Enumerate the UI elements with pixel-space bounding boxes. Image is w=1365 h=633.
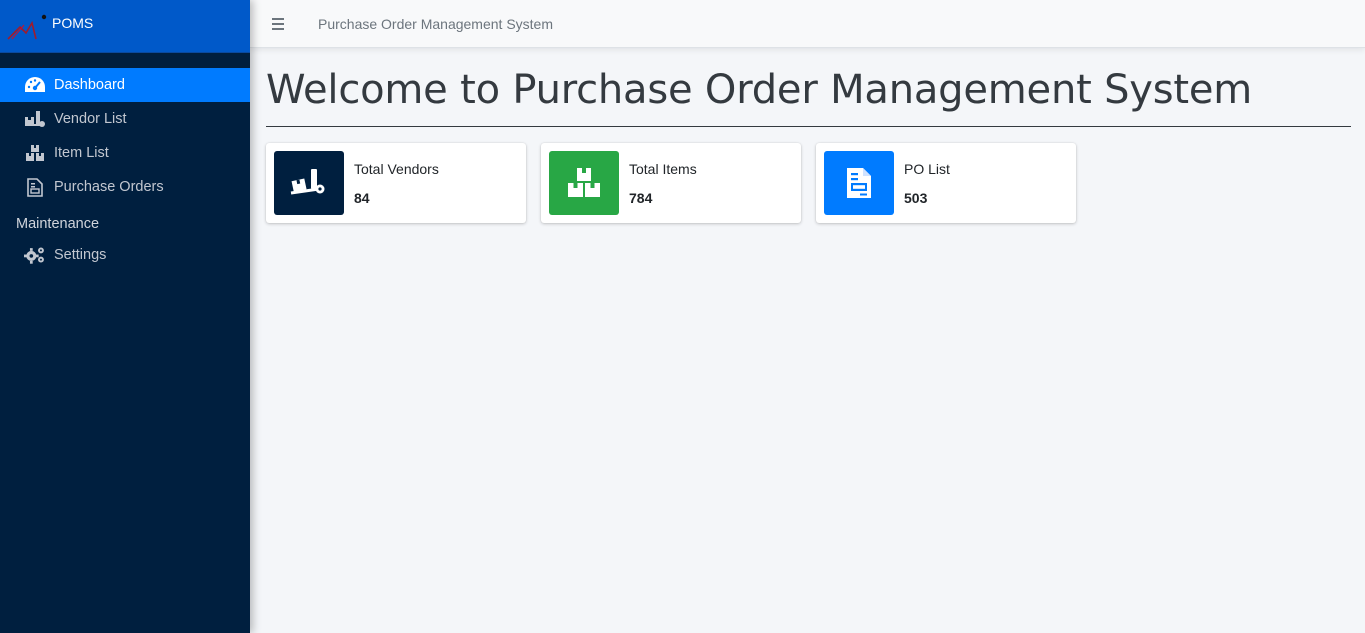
tachometer-icon — [24, 75, 46, 95]
boxes-icon — [24, 143, 46, 163]
menu-toggle-icon[interactable] — [272, 13, 294, 35]
sidebar-item-purchase-orders[interactable]: Purchase Orders — [0, 170, 250, 204]
sidebar-nav: Dashboard Vendor List Item List Purchase… — [0, 68, 250, 272]
sidebar-item-label: Purchase Orders — [54, 179, 164, 195]
sidebar-item-label: Dashboard — [54, 77, 125, 93]
file-invoice-icon — [824, 151, 894, 215]
file-invoice-icon — [24, 177, 46, 197]
sidebar-item-label: Vendor List — [54, 111, 127, 127]
info-card-total-items[interactable]: Total Items 784 — [541, 143, 801, 223]
info-card-total-vendors[interactable]: Total Vendors 84 — [266, 143, 526, 223]
sidebar-item-dashboard[interactable]: Dashboard — [0, 68, 250, 102]
divider — [266, 126, 1351, 127]
topbar-title: Purchase Order Management System — [318, 15, 553, 32]
truck-loading-icon — [24, 109, 46, 129]
card-value: 84 — [354, 189, 370, 206]
brand-name: POMS — [52, 15, 94, 31]
info-cards: Total Vendors 84 Total Items 784 PO List… — [266, 143, 1351, 223]
card-body: Total Vendors 84 — [354, 161, 439, 206]
sidebar-item-label: Item List — [54, 145, 109, 161]
main-content: Welcome to Purchase Order Management Sys… — [266, 48, 1351, 223]
sidebar-item-label: Settings — [54, 247, 107, 263]
logo-icon — [7, 14, 47, 40]
page-title: Welcome to Purchase Order Management Sys… — [266, 67, 1253, 113]
card-value: 784 — [629, 189, 653, 206]
sidebar-item-settings[interactable]: Settings — [0, 238, 250, 272]
sidebar-section-header: Maintenance — [16, 216, 100, 232]
card-label: PO List — [904, 160, 950, 177]
info-card-po-list[interactable]: PO List 503 — [816, 143, 1076, 223]
sidebar-item-item-list[interactable]: Item List — [0, 136, 250, 170]
sidebar-item-vendor-list[interactable]: Vendor List — [0, 102, 250, 136]
truck-loading-icon — [274, 151, 344, 215]
card-body: PO List 503 — [904, 161, 950, 206]
card-body: Total Items 784 — [629, 161, 697, 206]
sidebar: POMS Dashboard Vendor List Item List Pur… — [0, 0, 250, 633]
brand-link[interactable]: POMS — [0, 0, 250, 53]
card-label: Total Items — [629, 160, 697, 177]
top-navbar: Purchase Order Management System — [250, 0, 1365, 48]
card-value: 503 — [904, 189, 928, 206]
cogs-icon — [24, 245, 46, 265]
boxes-icon — [549, 151, 619, 215]
card-label: Total Vendors — [354, 160, 439, 177]
